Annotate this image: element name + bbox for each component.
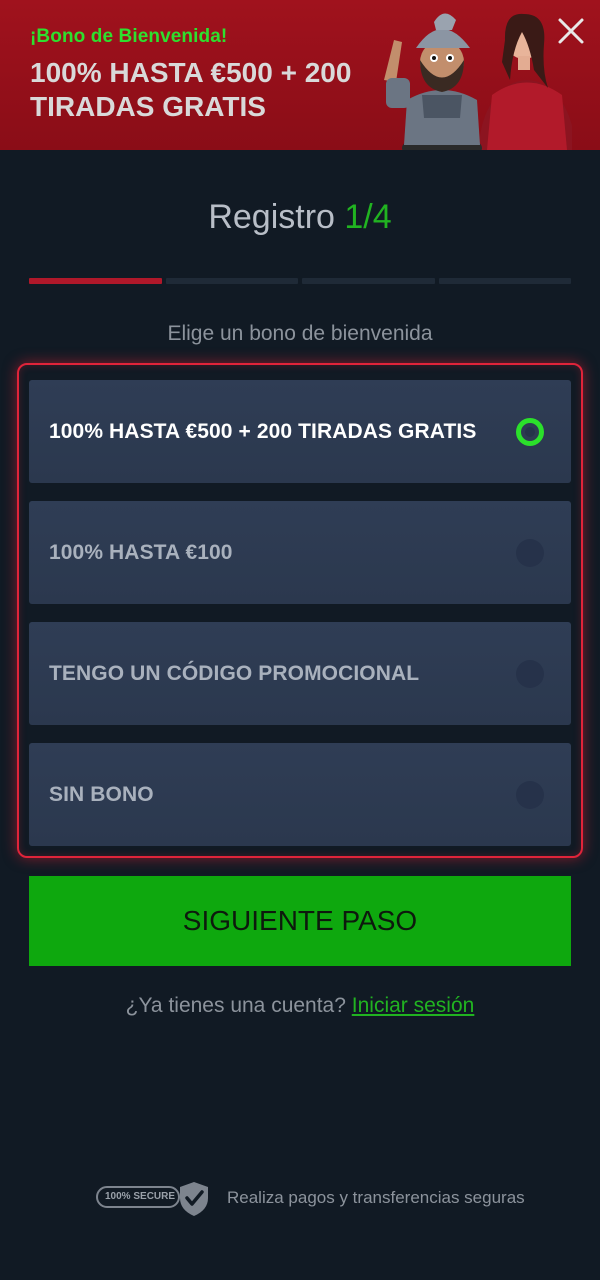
radio-icon[interactable] <box>516 418 544 446</box>
secure-text: Realiza pagos y transferencias seguras <box>227 1188 525 1207</box>
progress-segment-1 <box>29 278 162 284</box>
option-label: 100% HASTA €500 + 200 TIRADAS GRATIS <box>49 420 477 443</box>
option-label: TENGO UN CÓDIGO PROMOCIONAL <box>49 662 420 685</box>
option-label: SIN BONO <box>49 783 154 806</box>
secure-badge: 100% SECURE <box>96 1186 180 1208</box>
bonus-option-none[interactable]: SIN BONO <box>29 743 571 846</box>
login-prompt-text: ¿Ya tienes una cuenta? <box>125 994 346 1017</box>
step-indicator: 1/4 <box>344 198 392 236</box>
next-step-button[interactable]: SIGUIENTE PASO <box>29 876 571 966</box>
page-title: Registro 1/4 <box>0 198 600 237</box>
mascot-illustration <box>384 13 572 150</box>
bonus-option-500[interactable]: 100% HASTA €500 + 200 TIRADAS GRATIS <box>29 380 571 483</box>
radio-icon[interactable] <box>516 660 544 688</box>
radio-icon[interactable] <box>516 781 544 809</box>
promo-banner: ¡Bono de Bienvenida! 100% HASTA €500 + 2… <box>0 0 600 150</box>
banner-kicker: ¡Bono de Bienvenida! <box>30 26 228 47</box>
progress-segment-4 <box>438 278 571 284</box>
close-icon[interactable] <box>554 14 588 48</box>
login-link[interactable]: Iniciar sesión <box>352 994 475 1017</box>
registration-title: Registro <box>208 198 335 236</box>
option-label: 100% HASTA €100 <box>49 541 233 564</box>
progress-segment-2 <box>165 278 298 284</box>
shield-check-icon <box>180 1182 208 1216</box>
bonus-option-100[interactable]: 100% HASTA €100 <box>29 501 571 604</box>
section-subtitle: Elige un bono de bienvenida <box>167 322 433 345</box>
step-progress-bar <box>29 278 571 284</box>
radio-icon[interactable] <box>516 539 544 567</box>
bonus-option-promo-code[interactable]: TENGO UN CÓDIGO PROMOCIONAL <box>29 622 571 725</box>
progress-segment-3 <box>302 278 435 284</box>
secure-payments-notice: 100% SECURE Realiza pagos y transferenci… <box>96 1180 525 1220</box>
login-prompt: ¿Ya tienes una cuenta? Iniciar sesión <box>0 994 600 1018</box>
